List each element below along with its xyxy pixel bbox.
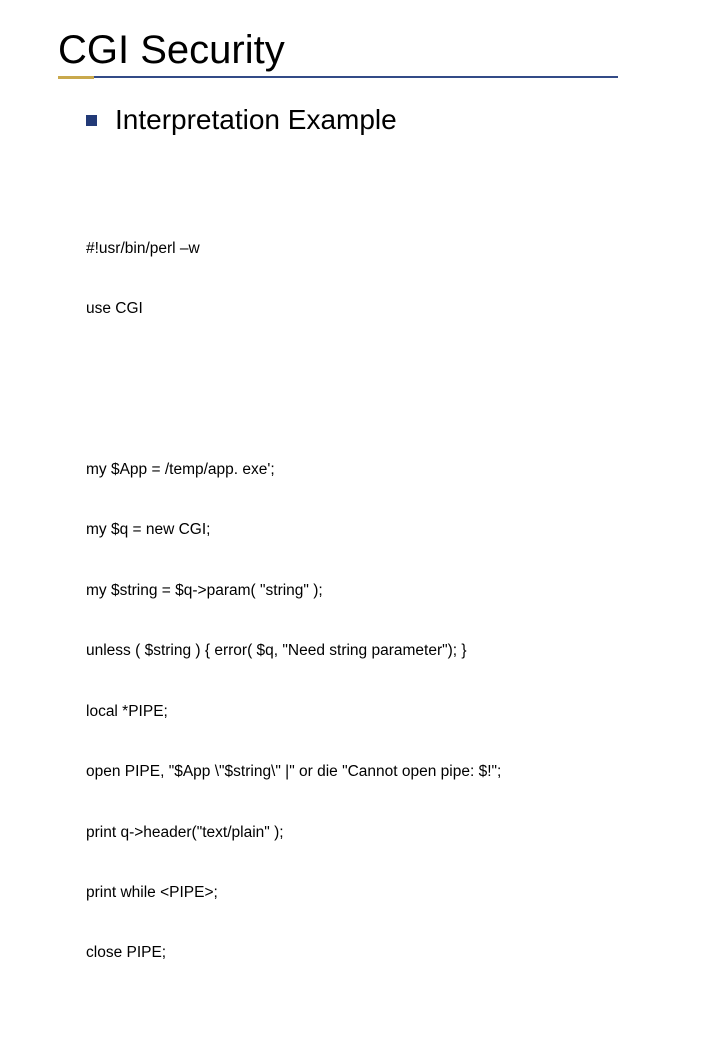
code-line: close PIPE; [86,943,680,963]
code-line: print q->header("text/plain" ); [86,823,680,843]
code-block: #!usr/bin/perl –w use CGI my $App = /tem… [86,158,680,1064]
slide-title: CGI Security [58,28,680,73]
slide-subtitle: Interpretation Example [115,104,397,136]
title-underline-accent [58,76,94,79]
code-line: use CGI [86,299,680,319]
slide: CGI Security Interpretation Example #!us… [0,0,720,540]
code-line: my $string = $q->param( "string" ); [86,581,680,601]
code-line: unless ( $string ) { error( $q, "Need st… [86,641,680,661]
code-line: my $App = /temp/app. exe'; [86,460,680,480]
code-paragraph-2: my $App = /temp/app. exe'; my $q = new C… [86,420,680,1004]
code-line: my $q = new CGI; [86,520,680,540]
square-bullet-icon [86,115,97,126]
title-underline [58,76,618,78]
code-paragraph-1: #!usr/bin/perl –w use CGI [86,198,680,359]
code-line: open PIPE, "$App \"$string\" |" or die "… [86,762,680,782]
subtitle-row: Interpretation Example [86,104,680,136]
code-line: print while <PIPE>; [86,883,680,903]
code-line: #!usr/bin/perl –w [86,239,680,259]
code-line: local *PIPE; [86,702,680,722]
